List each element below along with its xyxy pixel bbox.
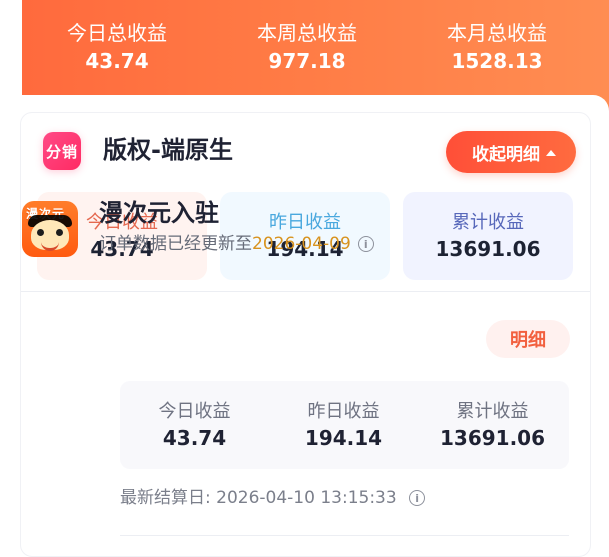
month-total-stat: 本月总收益 1528.13	[402, 18, 592, 82]
app-update-date: 2026-04-09	[252, 234, 351, 254]
app-today-value: 43.74	[162, 426, 227, 450]
app-yesterday-stat: 昨日收益 194.14	[269, 399, 418, 451]
month-total-value: 1528.13	[451, 49, 543, 73]
app-update-note: 订单数据已经更新至2026-04-09 i	[99, 232, 374, 256]
info-icon[interactable]: i	[357, 236, 374, 252]
app-title: 漫次元入驻	[99, 199, 219, 227]
info-icon[interactable]: i	[409, 490, 426, 506]
settlement-value: 2026-04-10 13:15:33	[216, 488, 397, 508]
today-total-value: 43.74	[85, 49, 149, 73]
today-total-stat: 今日总收益 43.74	[22, 18, 212, 82]
latest-settlement: 最新结算日: 2026-04-10 13:15:33 i	[120, 486, 426, 510]
week-total-label: 本周总收益	[257, 21, 357, 45]
month-total-label: 本月总收益	[447, 21, 547, 45]
app-total-value: 13691.06	[439, 426, 545, 450]
app-logo-icon: 漫次元	[22, 201, 78, 257]
distribution-badge-icon: 分销	[43, 132, 81, 170]
app-stats-panel: 今日收益 43.74 昨日收益 194.14 累计收益 13691.06	[120, 381, 569, 469]
app-total-label: 累计收益	[456, 401, 529, 422]
app-today-stat: 今日收益 43.74	[120, 399, 269, 451]
app-yesterday-value: 194.14	[304, 426, 383, 450]
detail-button[interactable]: 明细	[486, 320, 570, 358]
detail-button-label: 明细	[510, 330, 546, 351]
week-total-value: 977.18	[268, 49, 346, 73]
distribution-badge-text: 分销	[45, 142, 78, 161]
copyright-card-title: 版权-端原生	[103, 136, 233, 164]
bottom-divider	[120, 535, 569, 536]
week-total-stat: 本周总收益 977.18	[212, 18, 402, 82]
app-total-stat: 累计收益 13691.06	[418, 399, 567, 451]
settlement-label: 最新结算日:	[120, 488, 211, 508]
collapse-details-button[interactable]: 收起明细	[446, 131, 576, 173]
copyright-card-header: 分销 版权-端原生 收起明细	[21, 113, 590, 193]
chevron-up-icon	[546, 149, 556, 156]
app-update-prefix: 订单数据已经更新至	[99, 234, 252, 254]
collapse-details-label: 收起明细	[472, 144, 540, 165]
app-today-label: 今日收益	[158, 401, 231, 422]
top-earnings-summary: 今日总收益 43.74 本周总收益 977.18 本月总收益 1528.13	[22, 18, 609, 82]
today-total-label: 今日总收益	[67, 21, 167, 45]
app-yesterday-label: 昨日收益	[307, 401, 380, 422]
